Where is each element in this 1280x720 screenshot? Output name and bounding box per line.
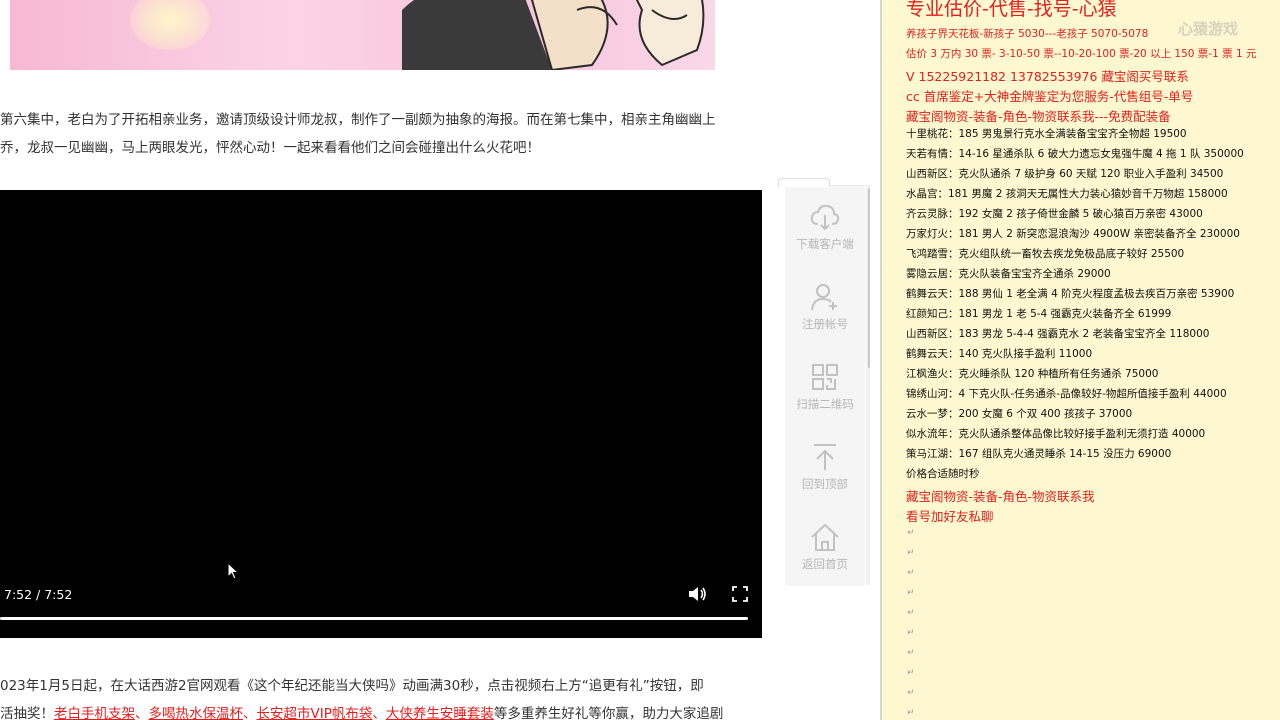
- doc-line: 红颜知己：181 男龙 1 老 5-4 强霸克火装备齐全 61999: [906, 308, 1172, 320]
- doc-line: 江枫渔火：克火睡杀队 120 种植所有任务通杀 75000: [906, 368, 1159, 380]
- doc-line: 水晶宫：181 男魔 2 孩洞天无属性大力装心猿妙音千万物超 158000: [906, 188, 1228, 200]
- user-add-icon: [811, 284, 837, 311]
- doc-line: 藏宝阁物资-装备-角色-物资联系我---免费配装备: [906, 109, 1171, 124]
- doc-line: 山西新区：克火队通杀 7 级护身 60 天赋 120 职业入手盈利 34500: [906, 168, 1224, 180]
- doc-line: 策马江湖：167 组队克火通灵睡杀 14-15 没压力 69000: [906, 448, 1172, 460]
- doc-line: 天若有情：14-16 星通杀队 6 破大力遗忘女鬼强牛魔 4 拖 1 队 350…: [906, 148, 1244, 160]
- article-text-line: 乔，龙叔一见幽幽，马上两眼发光，怦然心动！一起来看看他们之间会碰撞出什么火花吧！: [0, 140, 540, 156]
- sidebar-item-label: 扫描二维码: [796, 397, 854, 411]
- volume-icon[interactable]: [688, 586, 708, 602]
- document-window: 专业估价-代售-找号-心猿 养孩子界天花板-新孩子 5030---老孩子 507…: [880, 0, 1280, 720]
- paragraph-mark-icon: ↵: [907, 568, 915, 578]
- doc-headline: 专业估价-代售-找号-心猿: [906, 0, 1117, 20]
- doc-line: 估价 3 万内 30 票- 3-10-50 票--10-20-100 票-20 …: [906, 48, 1257, 60]
- article-text-line: 活抽奖！老白手机支架、多喝热水保温杯、长安超市VIP帆布袋、大侠养生安睡套装等多…: [0, 706, 724, 720]
- paragraph-mark-icon: ↵: [907, 608, 915, 618]
- mouse-cursor-icon: [227, 562, 239, 580]
- article-area: 第六集中，老白为了开拓相亲业务，邀请顶级设计师龙叔，制作了一副颇为抽象的海报。而…: [0, 0, 870, 720]
- doc-line: 山西新区：183 男龙 5-4-4 强霸克水 2 老装备宝宝齐全 118000: [906, 328, 1210, 340]
- qr-code-icon: [812, 364, 838, 390]
- sidebar-item-label: 回到顶部: [802, 477, 848, 491]
- banner-image: [10, 0, 715, 70]
- paragraph-mark-icon: ↵: [907, 668, 915, 678]
- article-text-line: 第六集中，老白为了开拓相亲业务，邀请顶级设计师龙叔，制作了一副颇为抽象的海报。而…: [0, 112, 716, 128]
- doc-line: 飞鸿踏雪：克火组队统一畜牧去疾龙免极品底子较好 25500: [906, 248, 1185, 260]
- sidebar-item-label: 下载客户端: [796, 237, 854, 251]
- doc-line: 藏宝阁物资-装备-角色-物资联系我: [906, 489, 1095, 504]
- doc-line: 价格合适随时秒: [906, 468, 980, 480]
- article-paragraph-1: 第六集中，老白为了开拓相亲业务，邀请顶级设计师龙叔，制作了一副颇为抽象的海报。而…: [0, 106, 716, 162]
- prize-link[interactable]: 长安超市VIP帆布袋: [257, 706, 373, 720]
- prize-link[interactable]: 老白手机支架: [54, 706, 135, 720]
- doc-line: 云水一梦：200 女魔 6 个双 400 孩孩子 37000: [906, 408, 1133, 420]
- video-player[interactable]: 7:52 / 7:52: [0, 190, 762, 638]
- paragraph-mark-icon: ↵: [907, 628, 915, 638]
- sidebar-item-download-client[interactable]: 下载客户端: [785, 186, 865, 266]
- doc-line: 齐云灵脉：192 女魔 2 孩子倚世金麟 5 破心猿百万亲密 43000: [906, 208, 1203, 220]
- sidebar-item-scan-qr[interactable]: 扫描二维码: [785, 346, 865, 426]
- floating-sidebar: 下载客户端 注册帐号 扫描二维码 回到顶部 返回首页: [778, 178, 865, 586]
- article-text-line: 023年1月5日起，在大话西游2官网观看《这个年纪还能当大侠吗》动画满30秒，点…: [0, 678, 704, 694]
- doc-line: 万家灯火：181 男人 2 新突恋混浪淘沙 4900W 亲密装备齐全 23000…: [906, 228, 1240, 240]
- doc-line: 锦绣山河：4 下克火队-任务通杀-品像较好-物超所值接手盈利 44000: [906, 388, 1227, 400]
- video-time: 7:52 / 7:52: [4, 587, 73, 602]
- scrollbar-thumb[interactable]: [868, 188, 870, 368]
- doc-line: 似水流年：克火队通杀整体品像比较好接手盈利无须打造 40000: [906, 428, 1206, 440]
- fullscreen-icon[interactable]: [732, 586, 748, 602]
- article-paragraph-2: 023年1月5日起，在大话西游2官网观看《这个年纪还能当大侠吗》动画满30秒，点…: [0, 672, 723, 720]
- paragraph-mark-icon: ↵: [907, 588, 915, 598]
- back-to-top-icon: [814, 444, 836, 470]
- doc-line: 十里桃花：185 男鬼景行克水全满装备宝宝齐全物超 19500: [906, 128, 1187, 140]
- doc-line: 养孩子界天花板-新孩子 5030---老孩子 5070-5078: [906, 28, 1149, 40]
- sidebar-item-home[interactable]: 返回首页: [785, 506, 865, 586]
- video-progress-bar[interactable]: [0, 617, 748, 620]
- cartoon-character-illustration: [402, 0, 705, 70]
- paragraph-mark-icon: ↵: [907, 688, 915, 698]
- sidebar-item-label: 注册帐号: [802, 317, 848, 331]
- watermark-logo: 心猿游戏: [1178, 20, 1239, 38]
- paragraph-mark-icon: ↵: [907, 708, 915, 718]
- doc-line: cc 首席鉴定+大神金牌鉴定为您服务-代售组号-单号: [906, 89, 1194, 104]
- paragraph-mark-icon: ↵: [907, 528, 915, 538]
- home-icon: [811, 523, 839, 551]
- cloud-download-icon: [810, 204, 840, 231]
- sidebar-item-register[interactable]: 注册帐号: [785, 266, 865, 346]
- sidebar-item-back-to-top[interactable]: 回到顶部: [785, 426, 865, 506]
- prize-link[interactable]: 多喝热水保温杯: [149, 706, 244, 720]
- doc-line: 看号加好友私聊: [906, 509, 994, 524]
- doc-line: V 15225921182 13782553976 藏宝阁买号联系: [906, 69, 1189, 84]
- paragraph-mark-icon: ↵: [907, 648, 915, 658]
- doc-line: 鹤舞云天：188 男仙 1 老全满 4 阶克火程度孟极去疾百万亲密 53900: [906, 288, 1235, 300]
- doc-line: 雾隐云居：克火队装备宝宝齐全通杀 29000: [906, 268, 1111, 280]
- sidebar-item-label: 返回首页: [802, 557, 848, 571]
- doc-line: 鹤舞云天：140 克火队接手盈利 11000: [906, 348, 1093, 360]
- prize-link[interactable]: 大侠养生安睡套装: [386, 706, 494, 720]
- paragraph-mark-icon: ↵: [907, 548, 915, 558]
